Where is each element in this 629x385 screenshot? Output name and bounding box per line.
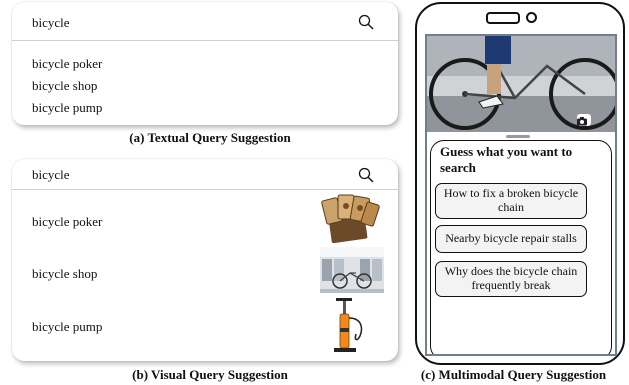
suggestion-item[interactable]: bicycle pump — [32, 100, 102, 116]
textual-suggestion-panel: bicycle bicycle poker bicycle shop bicyc… — [12, 2, 398, 125]
bike-shop-thumbnail[interactable] — [320, 247, 384, 293]
caption-visual: (b) Visual Query Suggestion — [132, 367, 288, 382]
multimodal-suggestion-button[interactable]: How to fix a broken bicycle chain — [435, 183, 587, 219]
suggestion-item[interactable]: bicycle pump — [32, 319, 102, 335]
multimodal-suggestion-button[interactable]: Nearby bicycle repair stalls — [435, 225, 587, 253]
sheet-title: Guess what you want to search — [440, 144, 573, 175]
phone-screen: Guess what you want to search How to fix… — [425, 34, 617, 356]
visual-suggestion-panel: bicycle bicycle poker bicycle shop bicyc… — [12, 159, 398, 361]
caption-multimodal: (c) Multimodal Query Suggestion — [420, 367, 607, 382]
phone-front-camera — [526, 12, 537, 23]
search-icon[interactable] — [358, 167, 374, 183]
phone-mockup: Guess what you want to search How to fix… — [415, 2, 625, 365]
search-bar[interactable]: bicycle — [12, 159, 398, 190]
bike-pump-thumbnail[interactable] — [330, 296, 370, 358]
caption-textual: (a) Textual Query Suggestion — [129, 130, 291, 145]
phone-speaker — [486, 12, 520, 24]
multimodal-suggestion-button[interactable]: Why does the bicycle chain frequently br… — [435, 261, 587, 297]
search-input[interactable]: bicycle — [32, 15, 70, 31]
suggestion-item[interactable]: bicycle shop — [32, 78, 97, 94]
poker-cards-thumbnail[interactable] — [320, 193, 380, 245]
search-bar[interactable]: bicycle — [12, 2, 398, 41]
search-icon[interactable] — [358, 14, 374, 30]
suggestion-item[interactable]: bicycle poker — [32, 214, 102, 230]
suggestion-sheet: Guess what you want to search How to fix… — [430, 135, 612, 354]
search-input[interactable]: bicycle — [32, 167, 70, 183]
sheet-drag-handle[interactable] — [506, 135, 530, 138]
suggestion-item[interactable]: bicycle poker — [32, 56, 102, 72]
suggestion-item[interactable]: bicycle shop — [32, 266, 97, 282]
camera-icon[interactable] — [576, 116, 588, 126]
